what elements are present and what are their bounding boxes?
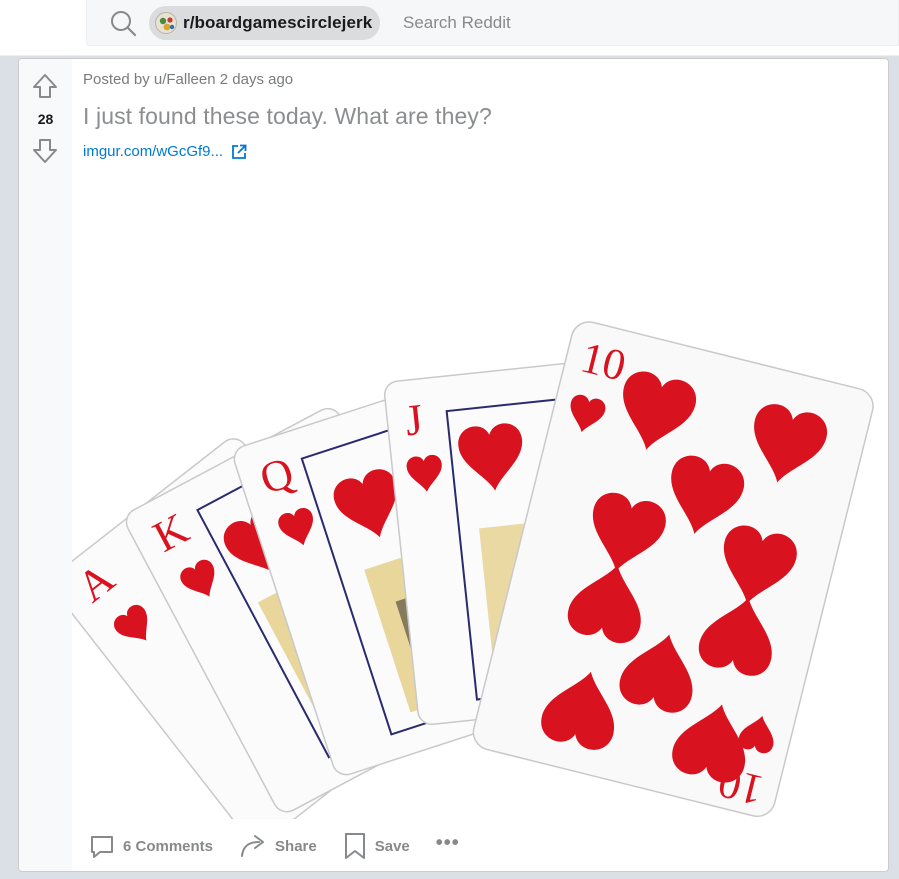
post-link[interactable]: imgur.com/wGcGf9... [83,143,247,160]
playing-cards-image: A K Q J 10 10 [51,321,874,845]
comments-button[interactable]: 6 Comments [89,833,213,859]
external-link-icon [232,144,247,159]
community-avatar [155,12,177,34]
post-link-text[interactable]: imgur.com/wGcGf9... [83,143,223,160]
save-label: Save [374,837,410,855]
search-icon [111,11,137,37]
downvote-arrow-icon[interactable] [31,137,59,165]
community-filter-chip[interactable]: r/boardgamescirclejerk [149,6,381,40]
post-card[interactable]: 28 Posted by u/Falleen 2 days ago I just… [18,58,889,872]
upvote-arrow-icon[interactable] [31,72,59,100]
share-icon [241,835,265,857]
post-meta: Posted by u/Falleen 2 days ago [83,71,294,88]
post-title[interactable]: I just found these today. What are they? [83,103,492,130]
post-image[interactable]: A K Q J 10 10 [51,179,888,845]
community-name: r/boardgamescirclejerk [183,13,373,32]
comment-icon [91,836,113,858]
more-options-button[interactable]: ••• [436,832,460,855]
post-actions: 6 Comments Share Save ••• [89,829,486,863]
bookmark-icon [344,833,365,859]
share-button[interactable]: Share [239,833,317,859]
top-header: r/boardgamescirclejerk Search Reddit [0,0,899,56]
vote-score: 28 [37,111,54,127]
share-label: Share [275,837,317,855]
vote-column: 28 [19,59,72,871]
save-button[interactable]: Save [343,832,410,860]
search-input[interactable]: Search Reddit [403,13,511,33]
comments-label: 6 Comments [123,837,214,855]
more-options-icon: ••• [435,831,460,854]
search-bar[interactable]: r/boardgamescirclejerk Search Reddit [86,0,899,46]
